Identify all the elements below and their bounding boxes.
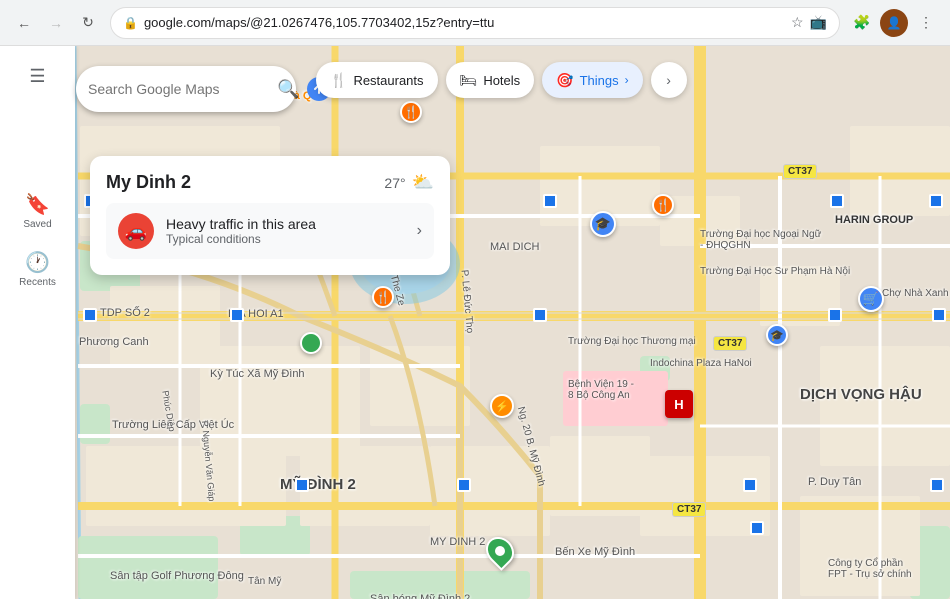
map-label-kytuc: Kỳ Túc Xã Mỹ Đình (210, 368, 305, 380)
marker-restaurant-3[interactable]: 🍴 (652, 194, 674, 216)
extensions-button[interactable]: 🧩 (848, 9, 876, 37)
info-card-header: My Dinh 2 27° ⛅ (106, 172, 434, 193)
back-button[interactable]: ← (10, 9, 38, 37)
map-label-phuongcanh: Phương Canh (79, 336, 149, 348)
recents-label: Recents (19, 277, 56, 288)
pill-restaurants-label: Restaurants (353, 73, 423, 88)
marker-hospital-1[interactable]: H (665, 390, 693, 418)
marker-bus-10 (932, 308, 946, 322)
hotel-icon: 🛏 (460, 72, 478, 89)
weather-info: 27° ⛅ (384, 172, 434, 193)
marker-bus-7 (230, 308, 244, 322)
marker-bus-8 (533, 308, 547, 322)
map-label-benhvien: Bệnh Viện 19 -8 Bộ Công An (568, 379, 634, 401)
map-label-sanbong: Sân bóng Mỹ Đình 2 (370, 593, 470, 599)
pill-hotels[interactable]: 🛏 Hotels (446, 62, 535, 98)
map-label-thuongmai: Trường Đại học Thương mại (568, 336, 696, 347)
pill-hotels-label: Hotels (483, 73, 520, 88)
bookmark-icon: 🔖 (25, 192, 50, 217)
reload-button[interactable]: ↻ (74, 9, 102, 37)
marker-college-1[interactable]: 🎓 (590, 211, 616, 237)
map-label-indochina: Indochina Plaza HaNoi (650, 358, 752, 369)
map-label-chonhaxanh: Chợ Nhà Xanh (882, 288, 949, 299)
chevron-right-icon: › (625, 73, 629, 87)
pill-things-label: Things (580, 73, 619, 88)
map-label-dichvong: DỊCH VỌNG HẬU (800, 386, 922, 403)
info-card: My Dinh 2 27° ⛅ 🚗 Heavy traffic in this … (90, 156, 450, 275)
map-label-supham: Trường Đại Học Sư Phạm Hà Nội (700, 266, 850, 277)
map-label-tdp: TDP SỐ 2 (100, 307, 150, 319)
pill-restaurants[interactable]: 🍴 Restaurants (316, 62, 438, 98)
traffic-row[interactable]: 🚗 Heavy traffic in this area Typical con… (106, 203, 434, 259)
marker-green-2[interactable] (487, 536, 513, 566)
marker-bus-13 (743, 478, 757, 492)
marker-shop-1[interactable]: 🛒 (858, 286, 884, 312)
marker-bus-15 (750, 521, 764, 535)
marker-bus-11 (295, 478, 309, 492)
sidebar-item-recents[interactable]: 🕐 Recents (0, 242, 75, 296)
browser-actions: 🧩 👤 ⋮ (848, 9, 940, 37)
map-label-duytан: P. Duy Tân (808, 476, 861, 488)
more-button[interactable]: › (651, 62, 687, 98)
map-container[interactable]: ☰ 🔖 Saved 🕐 Recents 🔍 🍴 Restaurants 🛏 (0, 46, 950, 599)
marker-bus-6 (83, 308, 97, 322)
map-label-golf: Sân tập Golf Phương Đông (110, 570, 244, 582)
temperature: 27° (384, 175, 405, 191)
traffic-subtitle: Typical conditions (166, 232, 405, 246)
search-button[interactable]: 🔍 (277, 79, 299, 100)
weather-icon: ⛅ (412, 172, 434, 193)
traffic-info: Heavy traffic in this area Typical condi… (166, 216, 405, 246)
secure-icon: 🔒 (123, 16, 138, 30)
avatar: 👤 (880, 9, 908, 37)
chevron-right-icon: › (417, 222, 422, 240)
address-bar[interactable]: 🔒 google.com/maps/@21.0267476,105.770340… (110, 7, 840, 39)
marker-bus-3 (543, 194, 557, 208)
marker-green-1[interactable] (300, 332, 322, 354)
marker-restaurant-1[interactable]: 🍴 (372, 286, 394, 308)
pill-things[interactable]: 🎯 Things › (542, 62, 642, 98)
profile-button[interactable]: 👤 (880, 9, 908, 37)
search-input[interactable] (88, 81, 269, 97)
map-label-fpt: Công ty Cổ phầnFPT - Trụ sở chính (828, 558, 912, 580)
browser-chrome: ← → ↻ 🔒 google.com/maps/@21.0267476,105.… (0, 0, 950, 46)
road-tag-ct37-2: CT37 (713, 336, 747, 351)
cast-icon[interactable]: 📺 (810, 14, 827, 31)
traffic-icon: 🚗 (118, 213, 154, 249)
restaurant-icon: 🍴 (330, 72, 347, 89)
road-tag-ct37-3: CT37 (672, 502, 706, 517)
search-box[interactable]: 🔍 (76, 66, 296, 112)
marker-restaurant-2[interactable]: 🍴 (400, 101, 422, 123)
marker-bus-9 (828, 308, 842, 322)
map-label-tanmy: Tân Mỹ (248, 576, 281, 587)
road-tag-ct37-1: CT37 (783, 164, 817, 179)
url-text: google.com/maps/@21.0267476,105.7703402,… (144, 15, 785, 30)
location-title: My Dinh 2 (106, 172, 191, 193)
marker-bus-5 (929, 194, 943, 208)
map-label-ngoaingu: Trường Đại học Ngoại Ngữ- ĐHQGHN (700, 229, 821, 251)
map-label-benxe: Bến Xe Mỹ Đình (555, 546, 635, 558)
forward-button[interactable]: → (42, 9, 70, 37)
more-button[interactable]: ⋮ (912, 9, 940, 37)
bookmark-icon[interactable]: ☆ (791, 14, 804, 31)
menu-button[interactable]: ☰ (18, 56, 58, 96)
map-label-mydinh2-sm: MY DINH 2 (430, 536, 485, 548)
map-label-harin: HARIN GROUP (835, 214, 913, 226)
sidebar-item-saved[interactable]: 🔖 Saved (0, 184, 75, 238)
map-label-mydinh2-large: MỸ ĐÌNH 2 (280, 476, 356, 493)
marker-college-2[interactable]: 🎓 (766, 324, 788, 346)
category-pills: 🍴 Restaurants 🛏 Hotels 🎯 Things › › (316, 62, 687, 98)
marker-bus-4 (830, 194, 844, 208)
saved-label: Saved (23, 219, 51, 230)
things-icon: 🎯 (556, 72, 573, 89)
map-label-maidich: MAI DICH (490, 241, 540, 253)
traffic-title: Heavy traffic in this area (166, 216, 405, 232)
nav-buttons: ← → ↻ (10, 9, 102, 37)
marker-orange-1[interactable]: ⚡ (490, 394, 514, 418)
clock-icon: 🕐 (25, 250, 50, 275)
left-sidebar: ☰ 🔖 Saved 🕐 Recents (0, 46, 75, 599)
marker-bus-12 (457, 478, 471, 492)
map-background (0, 46, 950, 599)
marker-bus-14 (930, 478, 944, 492)
